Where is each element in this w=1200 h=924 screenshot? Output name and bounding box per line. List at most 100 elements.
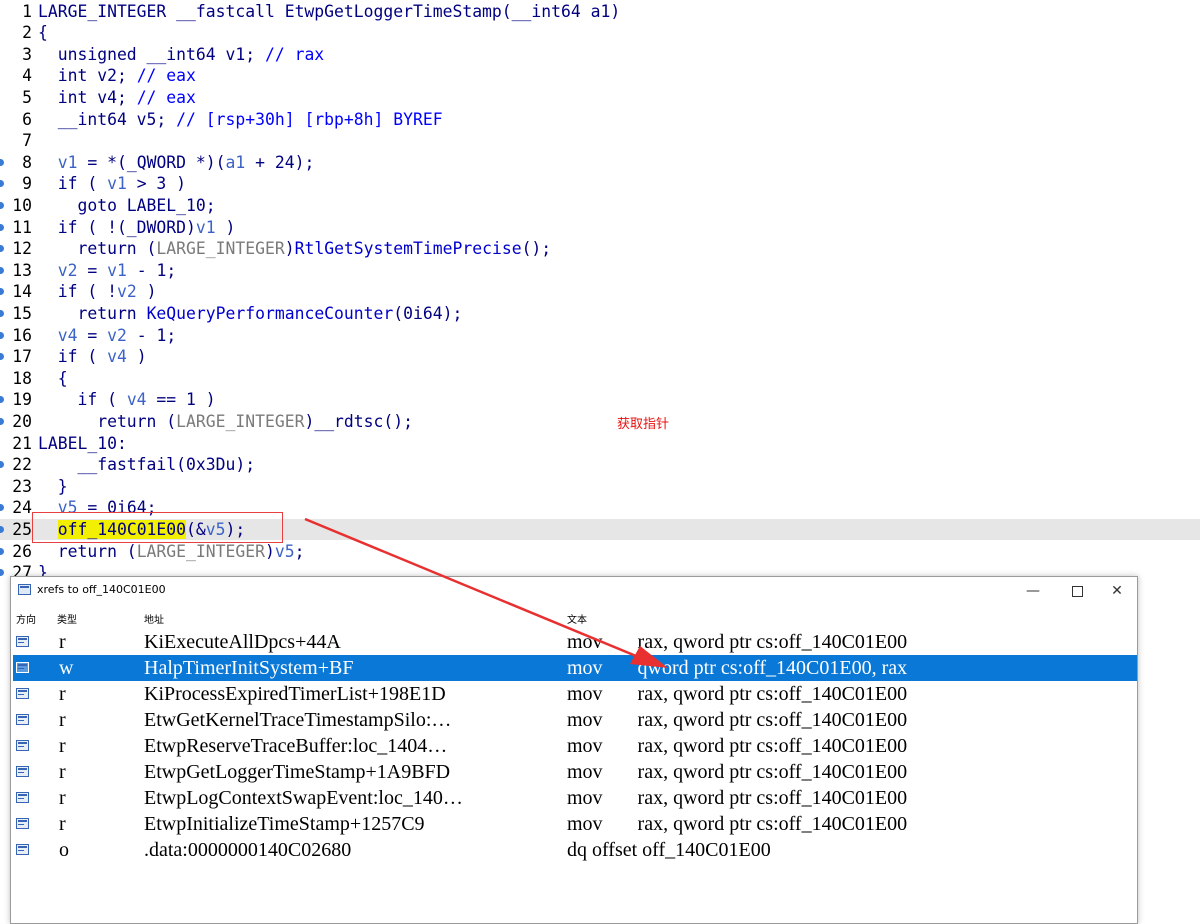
code-line[interactable]: 20 return (LARGE_INTEGER)__rdtsc();	[0, 411, 1200, 433]
code-line[interactable]: 1 LARGE_INTEGER __fastcall EtwpGetLoggerT…	[0, 1, 1200, 23]
line-number: 6	[22, 109, 32, 129]
column-header-text[interactable]: 文本	[567, 611, 587, 626]
code-line[interactable]: 12 return (LARGE_INTEGER)RtlGetSystemTim…	[0, 238, 1200, 260]
code-token: ();	[521, 239, 552, 259]
title-bar[interactable]: xrefs to off_140C01E00 — ✕	[11, 577, 1137, 605]
code-text[interactable]: int v4; // eax	[38, 87, 196, 109]
code-line[interactable]: 9 if ( v1 > 3 )	[0, 173, 1200, 195]
code-text[interactable]: __int64 v5; // [rsp+30h] [rbp+8h] BYREF	[38, 109, 443, 131]
code-text[interactable]: {	[38, 368, 68, 390]
breakpoint-dot-icon[interactable]	[0, 309, 4, 317]
code-line[interactable]: 13 v2 = v1 - 1;	[0, 260, 1200, 282]
xref-row[interactable]: o .data:0000000140C02680 dq offset off_140…	[13, 837, 1137, 863]
code-text[interactable]: return (LARGE_INTEGER)RtlGetSystemTimePr…	[38, 238, 551, 260]
xref-text: mov rax, qword ptr cs:off_140C01E00	[567, 735, 908, 757]
close-button[interactable]: ✕	[1095, 577, 1139, 605]
xref-row[interactable]: r EtwpGetLoggerTimeStamp+1A9BFD mov rax, q…	[13, 759, 1137, 785]
breakpoint-dot-icon[interactable]	[0, 201, 4, 209]
code-line[interactable]: 19 if ( v4 == 1 )	[0, 389, 1200, 411]
breakpoint-dot-icon[interactable]	[0, 223, 4, 231]
code-token: )	[284, 239, 295, 259]
breakpoint-dot-icon[interactable]	[0, 461, 4, 469]
xref-row[interactable]: w HalpTimerInitSystem+BF mov qword ptr cs:…	[13, 655, 1137, 681]
code-text[interactable]: if ( !(_DWORD)v1 )	[38, 217, 236, 239]
code-text[interactable]: goto LABEL_10;	[38, 195, 215, 217]
code-line[interactable]: 26 return (LARGE_INTEGER)v5;	[0, 541, 1200, 563]
code-text[interactable]: __fastfail(0x3Du);	[38, 454, 255, 476]
breakpoint-dot-icon[interactable]	[0, 525, 4, 533]
code-line[interactable]: 23 }	[0, 476, 1200, 498]
code-token: v1	[107, 174, 127, 194]
code-line[interactable]: 2{	[0, 22, 1200, 44]
code-text[interactable]: return (LARGE_INTEGER)v5;	[38, 541, 305, 563]
xref-direction-icon	[16, 714, 29, 725]
code-text[interactable]: LABEL_10:	[38, 433, 127, 455]
code-line[interactable]: 14 if ( !v2 )	[0, 281, 1200, 303]
code-line[interactable]: 11 if ( !(_DWORD)v1 )	[0, 217, 1200, 239]
code-token: return	[38, 303, 147, 323]
minimize-button[interactable]: —	[1011, 577, 1055, 605]
code-line[interactable]: 16 v4 = v2 - 1;	[0, 325, 1200, 347]
breakpoint-dot-icon[interactable]	[0, 331, 4, 339]
code-text[interactable]: int v2; // eax	[38, 65, 196, 87]
breakpoint-dot-icon[interactable]	[0, 353, 4, 361]
code-text[interactable]: v1 = *(_QWORD *)(a1 + 24);	[38, 152, 315, 174]
code-text[interactable]: {	[38, 22, 48, 44]
code-line[interactable]: 18 {	[0, 368, 1200, 390]
breakpoint-dot-icon[interactable]	[0, 158, 4, 166]
breakpoint-dot-icon[interactable]	[0, 396, 4, 404]
xref-row[interactable]: r KiExecuteAllDpcs+44A mov rax, qword ptr …	[13, 629, 1137, 655]
code-text[interactable]: if ( v1 > 3 )	[38, 173, 186, 195]
code-text[interactable]: if ( v4 )	[38, 346, 147, 368]
code-line[interactable]: 7	[0, 130, 1200, 152]
code-text[interactable]: if ( !v2 )	[38, 281, 157, 303]
code-line[interactable]: 17 if ( v4 )	[0, 346, 1200, 368]
xref-address: KiProcessExpiredTimerList+198E1D	[144, 683, 446, 705]
xref-address: KiExecuteAllDpcs+44A	[144, 631, 341, 653]
code-line[interactable]: 6 __int64 v5; // [rsp+30h] [rbp+8h] BYRE…	[0, 109, 1200, 131]
code-text[interactable]: LARGE_INTEGER __fastcall EtwpGetLoggerTi…	[38, 1, 620, 23]
code-line[interactable]: 4 int v2; // eax	[0, 65, 1200, 87]
xref-row[interactable]: r KiProcessExpiredTimerList+198E1D mov rax…	[13, 681, 1137, 707]
code-token: - 1;	[126, 260, 177, 280]
code-line[interactable]: 3 unsigned __int64 v1; // rax	[0, 44, 1200, 66]
breakpoint-dot-icon[interactable]	[0, 504, 4, 512]
xref-row[interactable]: r EtwGetKernelTraceTimestampSilo:… mov rax…	[13, 707, 1137, 733]
code-text[interactable]: return KeQueryPerformanceCounter(0i64);	[38, 303, 462, 325]
breakpoint-dot-icon[interactable]	[0, 245, 4, 253]
code-line[interactable]: 5 int v4; // eax	[0, 87, 1200, 109]
code-text[interactable]: return (LARGE_INTEGER)__rdtsc();	[38, 411, 413, 433]
code-line[interactable]: 15 return KeQueryPerformanceCounter(0i64…	[0, 303, 1200, 325]
code-token: // [rsp+30h] [rbp+8h] BYREF	[176, 109, 443, 129]
code-token: )	[264, 541, 275, 561]
breakpoint-dot-icon[interactable]	[0, 180, 4, 188]
line-number: 9	[22, 174, 32, 194]
code-token: == 1 )	[146, 390, 216, 410]
code-line[interactable]: 22 __fastfail(0x3Du);	[0, 454, 1200, 476]
xref-type: r	[59, 761, 66, 783]
code-text[interactable]: v2 = v1 - 1;	[38, 260, 176, 282]
code-line[interactable]: 21 LABEL_10:	[0, 433, 1200, 455]
breakpoint-dot-icon[interactable]	[0, 569, 4, 577]
code-text[interactable]: }	[38, 476, 68, 498]
column-header-type[interactable]: 类型	[57, 611, 77, 626]
code-text[interactable]: unsigned __int64 v1; // rax	[38, 44, 324, 66]
pseudocode-view[interactable]: 1 LARGE_INTEGER __fastcall EtwpGetLoggerT…	[0, 0, 1200, 600]
column-header-address[interactable]: 地址	[144, 611, 164, 626]
code-text[interactable]: if ( v4 == 1 )	[38, 389, 216, 411]
code-line[interactable]: 10 goto LABEL_10;	[0, 195, 1200, 217]
xref-direction-icon	[16, 740, 29, 751]
breakpoint-dot-icon[interactable]	[0, 417, 4, 425]
breakpoint-dot-icon[interactable]	[0, 547, 4, 555]
code-text[interactable]: v4 = v2 - 1;	[38, 325, 176, 347]
maximize-button[interactable]	[1055, 577, 1099, 605]
xref-row[interactable]: r EtwpLogContextSwapEvent:loc_140… mov rax…	[13, 785, 1137, 811]
breakpoint-dot-icon[interactable]	[0, 266, 4, 274]
code-line[interactable]: 8 v1 = *(_QWORD *)(a1 + 24);	[0, 152, 1200, 174]
xref-row[interactable]: r EtwpInitializeTimeStamp+1257C9 mov rax, …	[13, 811, 1137, 837]
column-header-direction[interactable]: 方向	[16, 611, 36, 626]
line-number: 5	[22, 87, 32, 107]
xrefs-window[interactable]: xrefs to off_140C01E00 — ✕ 方向 类型 地址 文本 r…	[10, 576, 1138, 924]
xref-row[interactable]: r EtwpReserveTraceBuffer:loc_1404… mov rax…	[13, 733, 1137, 759]
breakpoint-dot-icon[interactable]	[0, 288, 4, 296]
